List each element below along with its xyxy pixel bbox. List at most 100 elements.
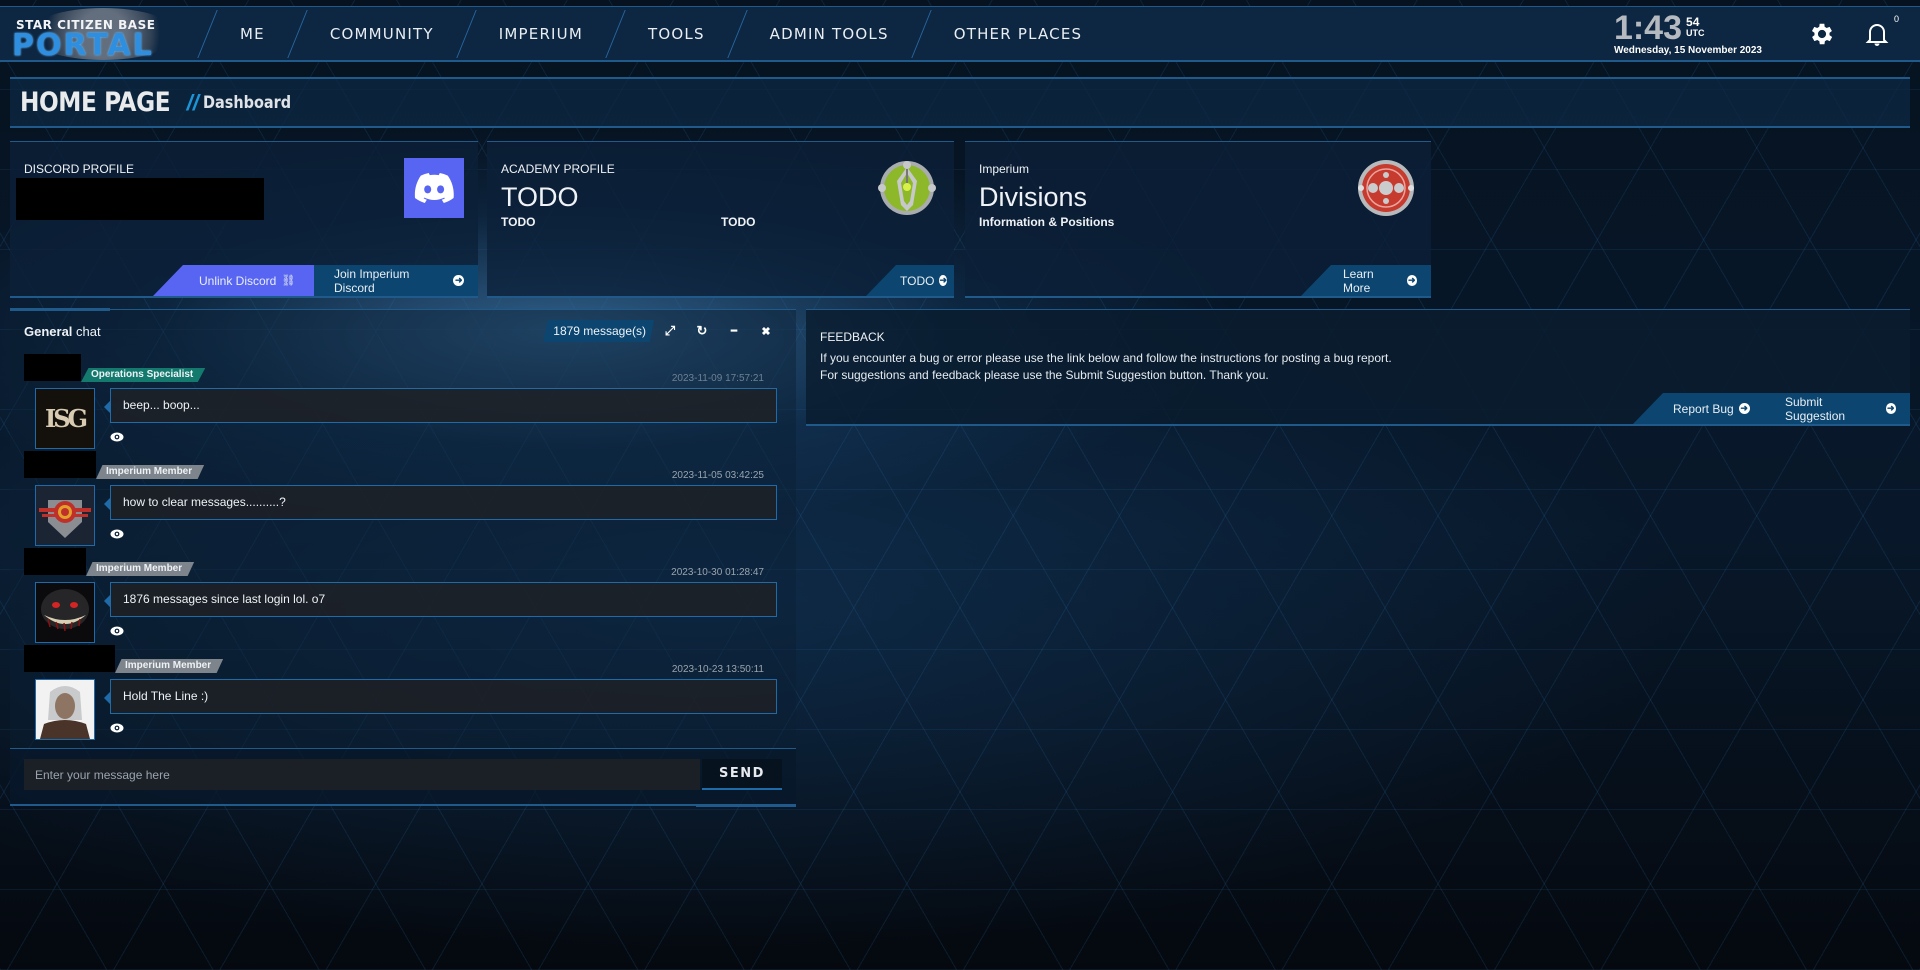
report-bug-label: Report Bug (1673, 401, 1734, 416)
academy-sub-right: TODO (721, 215, 756, 229)
general-chat-panel: General chat 1879 message(s) ⤢ ↻ ━ ✖ Ope… (10, 308, 796, 807)
arrow-circle-right-icon: ➜ (939, 275, 947, 286)
academy-card-actions: TODO ➜ (866, 265, 954, 296)
feedback-text-line1: If you encounter a bug or error please u… (820, 351, 1392, 365)
divisions-subtitle: Information & Positions (979, 215, 1115, 229)
message-timestamp: 2023-11-05 03:42:25 (671, 470, 764, 481)
chat-message: Imperium Member 2023-10-30 01:28:47 1876… (24, 548, 784, 643)
role-badge: Imperium Member (96, 465, 205, 479)
username-redacted (24, 354, 81, 381)
submit-suggestion-button[interactable]: Submit Suggestion ➜ (1769, 393, 1910, 424)
arrow-circle-right-icon: ➜ (453, 275, 464, 286)
avatar[interactable]: ISG (35, 388, 95, 449)
learn-more-label: Learn More (1343, 266, 1374, 295)
learn-more-button[interactable]: Learn More ➜ (1331, 265, 1431, 296)
chat-title-rest: chat (72, 324, 101, 339)
send-accent-line (696, 804, 796, 807)
discord-profile-card: DISCORD PROFILE Unlink Discord ⛓ Join Im… (10, 141, 478, 298)
avatar-isg-logo: ISG (44, 404, 88, 433)
arrow-circle-right-icon: ➜ (1406, 275, 1417, 286)
role-badge: Operations Specialist (81, 368, 206, 382)
unlink-icon: ⛓ (281, 275, 296, 287)
feedback-actions: Report Bug ➜ Submit Suggestion ➜ (1633, 393, 1910, 424)
chat-input-row: SEND (10, 748, 796, 807)
message-bubble: how to clear messages..........? (104, 485, 777, 520)
message-timestamp: 2023-10-23 13:50:11 (671, 664, 764, 675)
eye-icon[interactable] (110, 626, 124, 636)
chat-accent-line (10, 308, 110, 311)
report-bug-button[interactable]: Report Bug ➜ (1663, 393, 1769, 424)
discord-username-redacted (16, 178, 264, 220)
chat-title-bold: General (24, 324, 73, 339)
username-redacted (24, 645, 115, 672)
expand-icon[interactable]: ⤢ (654, 323, 686, 339)
eye-icon[interactable] (110, 529, 124, 539)
message-bubble: beep... boop... (104, 388, 777, 423)
refresh-icon[interactable]: ↻ (686, 323, 718, 339)
clock-seconds: 54 (1686, 14, 1700, 29)
divisions-card-actions: Learn More ➜ (1301, 265, 1431, 296)
unlink-discord-button[interactable]: Unlink Discord ⛓ (183, 265, 314, 296)
clock-date: Wednesday, 15 November 2023 (1613, 44, 1762, 56)
academy-emblem-icon (878, 159, 938, 219)
bell-icon[interactable]: 0 (1864, 14, 1899, 48)
join-imperium-discord-button[interactable]: Join Imperium Discord ➜ (314, 265, 478, 296)
gear-icon[interactable] (1808, 20, 1836, 48)
avatar[interactable] (35, 679, 95, 740)
page-header: HOME PAGE // Dashboard (10, 77, 1910, 128)
username-redacted (24, 548, 86, 575)
arrow-circle-right-icon: ➜ (1885, 403, 1896, 414)
avatar-imperium-shield (39, 500, 91, 538)
minimize-icon[interactable]: ━ (718, 326, 750, 337)
logo-main-text: PORTAL (12, 27, 154, 63)
message-count-badge: 1879 message(s) (543, 320, 654, 342)
breadcrumb-separator: // (186, 89, 199, 115)
academy-status: TODO (501, 182, 579, 212)
feedback-panel: FEEDBACK If you encounter a bug or error… (806, 309, 1910, 426)
top-navbar: STAR CITIZEN BASE PORTAL ME COMMUNITY IM… (0, 6, 1920, 63)
chat-toolbar: 1879 message(s) ⤢ ↻ ━ ✖ (543, 320, 782, 342)
submit-suggestion-label: Submit Suggestion (1785, 394, 1846, 423)
nav-item-other-places[interactable]: OTHER PLACES (922, 25, 1115, 43)
nav-item-admin-tools[interactable]: ADMIN TOOLS (738, 25, 921, 43)
discord-card-actions: Unlink Discord ⛓ Join Imperium Discord ➜ (153, 265, 478, 296)
message-bubble: Hold The Line :) (104, 679, 777, 714)
nav-item-me[interactable]: ME (208, 25, 297, 43)
send-button[interactable]: SEND (702, 759, 782, 790)
feedback-text-line2: For suggestions and feedback please use … (820, 368, 1269, 382)
eye-icon[interactable] (110, 432, 124, 442)
close-icon[interactable]: ✖ (750, 325, 782, 338)
avatar[interactable] (35, 582, 95, 643)
card-label: DISCORD PROFILE (24, 162, 135, 176)
nav-item-tools[interactable]: TOOLS (616, 25, 737, 43)
card-label: Imperium (979, 162, 1030, 176)
arrow-circle-right-icon: ➜ (1738, 403, 1750, 414)
academy-profile-card: ACADEMY PROFILE TODO TODO TODO TODO ➜ (487, 141, 954, 298)
chat-message-input[interactable] (24, 759, 700, 790)
page-subtitle: Dashboard (202, 92, 291, 113)
join-discord-label: Join Imperium Discord (334, 266, 410, 295)
portal-logo[interactable]: STAR CITIZEN BASE PORTAL (10, 6, 195, 63)
eye-icon[interactable] (110, 723, 124, 733)
notification-count: 0 (1893, 13, 1899, 24)
academy-sub-left: TODO (501, 215, 536, 229)
message-timestamp: 2023-10-30 01:28:47 (671, 567, 764, 578)
clock-hours-minutes: 1:43 (1613, 8, 1683, 47)
divisions-emblem-icon (1357, 159, 1417, 219)
card-label: ACADEMY PROFILE (501, 162, 615, 176)
chat-message: Imperium Member 2023-11-05 03:42:25 how … (24, 451, 784, 546)
academy-todo-button[interactable]: TODO ➜ (896, 265, 954, 296)
avatar[interactable] (35, 485, 95, 546)
role-badge: Imperium Member (115, 659, 224, 673)
nav-item-community[interactable]: COMMUNITY (298, 25, 466, 43)
divisions-card: Imperium Divisions Information & Positio… (965, 141, 1431, 298)
nav-item-imperium[interactable]: IMPERIUM (467, 25, 615, 43)
feedback-title: FEEDBACK (820, 330, 885, 344)
nav-right: 1:43 54 UTC Wednesday, 15 November 2023 … (1614, 7, 1920, 60)
avatar-geralt (36, 680, 94, 739)
page-title: HOME PAGE (20, 87, 171, 118)
clock-timezone: UTC (1686, 27, 1705, 38)
role-badge: Imperium Member (86, 562, 195, 576)
utc-clock: 1:43 54 UTC Wednesday, 15 November 2023 (1613, 8, 1762, 56)
chat-message: Imperium Member 2023-10-23 13:50:11 Hold… (24, 645, 784, 740)
